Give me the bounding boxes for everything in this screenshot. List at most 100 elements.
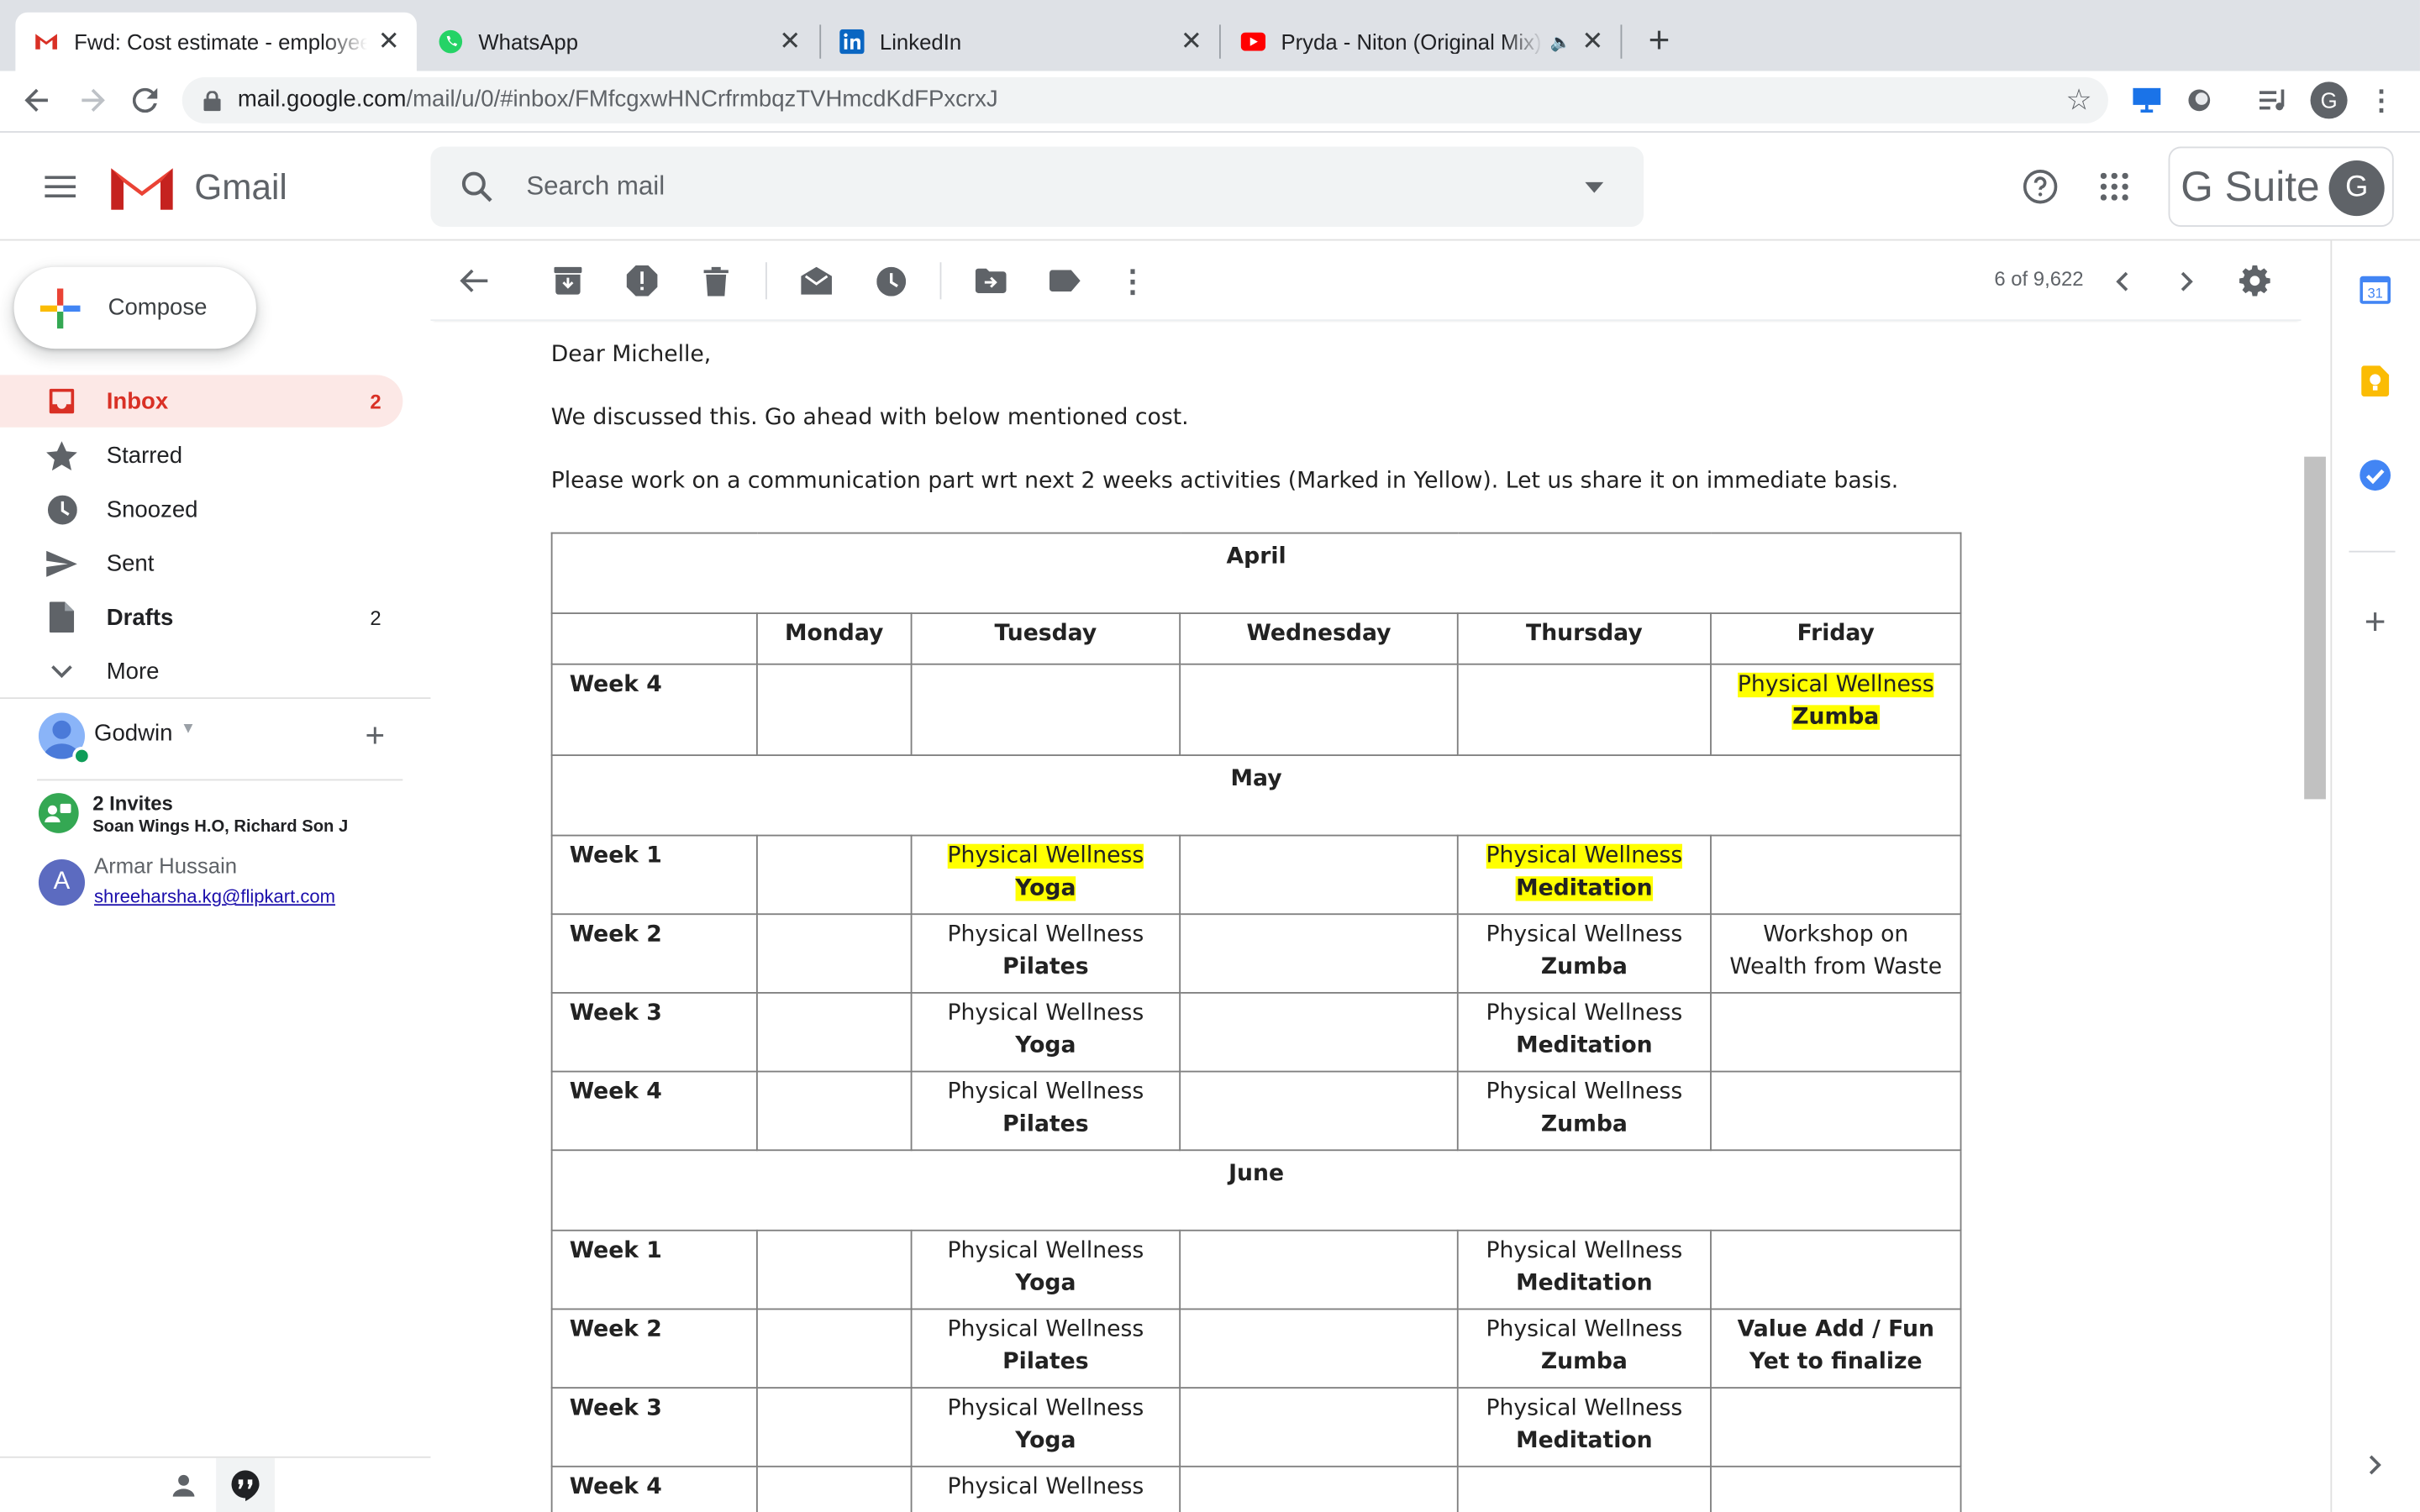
- get-addons-plus-icon[interactable]: +: [2358, 601, 2391, 643]
- inbox-icon: [43, 387, 80, 415]
- activity-type: Yoga: [1015, 1427, 1076, 1453]
- extension-icon[interactable]: [2182, 85, 2216, 116]
- address-bar[interactable]: mail.google.com/mail/u/0/#inbox/FMfcgxwH…: [182, 76, 2108, 123]
- compose-button[interactable]: Compose: [13, 266, 256, 349]
- older-chevron-icon[interactable]: [2170, 264, 2203, 297]
- activity-name: Physical Wellness: [1737, 672, 1934, 698]
- invites-title[interactable]: 2 Invites: [92, 791, 173, 815]
- mark-unread-icon[interactable]: [799, 264, 833, 297]
- main-menu-icon[interactable]: [40, 166, 81, 207]
- youtube-icon: [1240, 29, 1266, 54]
- contact-name[interactable]: Armar Hussain: [94, 853, 237, 878]
- online-status-dot: [72, 746, 92, 766]
- reload-icon[interactable]: [127, 83, 164, 117]
- side-panel: [2330, 240, 2420, 1512]
- browser-menu-icon[interactable]: ⋮: [2367, 83, 2395, 117]
- new-tab-icon[interactable]: +: [1640, 20, 1677, 62]
- tab-divider: [1620, 24, 1623, 59]
- account-avatar[interactable]: G: [2328, 160, 2385, 217]
- lock-icon[interactable]: [201, 90, 223, 112]
- activity-type: Yoga: [1015, 1032, 1076, 1058]
- month-row: May: [550, 754, 1962, 837]
- close-tab-icon[interactable]: ✕: [1581, 26, 1605, 57]
- week-label: Week 2: [550, 1308, 758, 1389]
- week-label: Week 3: [550, 991, 758, 1073]
- contacts-person-icon[interactable]: [166, 1469, 200, 1503]
- activity-type: Meditation: [1516, 1270, 1653, 1295]
- contact-avatar[interactable]: A: [38, 859, 86, 906]
- sidebar-item-snoozed[interactable]: Snoozed: [0, 483, 402, 535]
- invites-icon[interactable]: [38, 793, 79, 833]
- sidebar-item-drafts[interactable]: Drafts 2: [0, 591, 402, 643]
- draft-icon: [43, 601, 80, 633]
- activity-name: Physical Wellness: [1486, 1396, 1683, 1421]
- search-icon[interactable]: [458, 168, 495, 205]
- tab-linkedin[interactable]: LinkedIn ✕: [821, 13, 1219, 71]
- search-options-icon[interactable]: [1579, 175, 1610, 199]
- activity-cell: Physical Wellness Meditation: [1456, 991, 1712, 1073]
- forward-icon[interactable]: [74, 83, 111, 117]
- sidebar-item-inbox[interactable]: Inbox 2: [0, 375, 403, 428]
- whatsapp-icon: [439, 29, 463, 54]
- move-to-icon[interactable]: [974, 264, 1007, 297]
- tab-gmail[interactable]: Fwd: Cost estimate - employee ✕: [15, 12, 417, 71]
- archive-icon[interactable]: [551, 264, 585, 297]
- month-header: April: [550, 532, 1962, 615]
- back-icon[interactable]: [18, 83, 55, 117]
- search-input[interactable]: Search mail: [526, 146, 665, 227]
- user-dropdown-icon[interactable]: ▼: [181, 721, 196, 738]
- back-to-inbox-icon[interactable]: [457, 264, 491, 297]
- close-tab-icon[interactable]: ✕: [1179, 26, 1203, 57]
- bookmark-star-icon[interactable]: ☆: [2062, 83, 2096, 117]
- gmail-logo-icon[interactable]: [111, 164, 173, 210]
- tasks-icon[interactable]: [2358, 458, 2391, 491]
- table-cell: [755, 834, 913, 916]
- hangouts-quote-icon[interactable]: [216, 1457, 275, 1512]
- apps-grid-icon[interactable]: [2096, 168, 2133, 205]
- sidebar-item-starred[interactable]: Starred: [0, 429, 402, 481]
- help-icon[interactable]: [2020, 166, 2060, 207]
- week-label: Week 2: [550, 913, 758, 994]
- sidebar-item-label: Inbox: [106, 387, 169, 415]
- message-scrollbar[interactable]: [2304, 456, 2326, 800]
- keep-icon[interactable]: [2361, 365, 2390, 397]
- toolbar-divider: [765, 262, 767, 300]
- table-cell: [1179, 1465, 1459, 1512]
- table-row: Week 4 Physical Wellness Pilates Physical…: [550, 1070, 1962, 1152]
- browser-profile-avatar[interactable]: G: [2310, 81, 2348, 119]
- media-control-icon[interactable]: [2256, 85, 2290, 116]
- hangouts-user-name[interactable]: Godwin: [94, 721, 172, 747]
- tab-whatsapp[interactable]: WhatsApp ✕: [420, 13, 818, 71]
- contact-email-link[interactable]: shreeharsha.kg@flipkart.com: [94, 885, 335, 907]
- delete-icon[interactable]: [699, 264, 733, 297]
- calendar-icon[interactable]: 31: [2360, 273, 2391, 304]
- report-spam-icon[interactable]: [625, 264, 659, 297]
- show-side-panel-chevron-icon[interactable]: [2358, 1447, 2391, 1481]
- settings-gear-icon[interactable]: [2238, 264, 2271, 297]
- table-cell: [1710, 1070, 1962, 1152]
- table-row: Week 2 Physical Wellness Pilates Physical…: [550, 913, 1962, 994]
- table-row: Week 1 Physical Wellness Yoga Physical We…: [550, 834, 1962, 916]
- svg-text:31: 31: [2367, 285, 2382, 301]
- newer-chevron-icon[interactable]: [2105, 264, 2139, 297]
- close-tab-icon[interactable]: ✕: [376, 26, 401, 57]
- gmail-brand[interactable]: Gmail: [194, 164, 287, 210]
- pagination-count: 6 of 9,622: [1994, 266, 2084, 291]
- snooze-clock-icon[interactable]: [874, 264, 908, 297]
- activity-type: Pilates: [1002, 1349, 1089, 1374]
- sidebar-item-more[interactable]: More: [0, 645, 402, 697]
- close-tab-icon[interactable]: ✕: [778, 26, 802, 57]
- activity-cell: Physical Wellness Pilates: [910, 913, 1181, 994]
- day-header: Friday: [1710, 612, 1962, 665]
- search-bar[interactable]: Search mail: [430, 146, 1644, 227]
- activity-cell: Physical Wellness Yoga: [910, 1229, 1181, 1310]
- sidebar-item-sent[interactable]: Sent: [0, 537, 402, 589]
- tab-youtube[interactable]: Pryda - Niton (Original Mix) 🔈 ✕: [1223, 13, 1621, 71]
- activity-name: Physical Wellness: [947, 1474, 1144, 1500]
- speaker-icon[interactable]: 🔈: [1550, 32, 1571, 51]
- more-options-icon[interactable]: ⋮: [1116, 264, 1150, 298]
- add-contact-icon[interactable]: +: [360, 716, 391, 754]
- label-icon[interactable]: [1048, 264, 1081, 297]
- table-cell: [755, 1070, 913, 1152]
- cast-icon[interactable]: [2130, 85, 2164, 116]
